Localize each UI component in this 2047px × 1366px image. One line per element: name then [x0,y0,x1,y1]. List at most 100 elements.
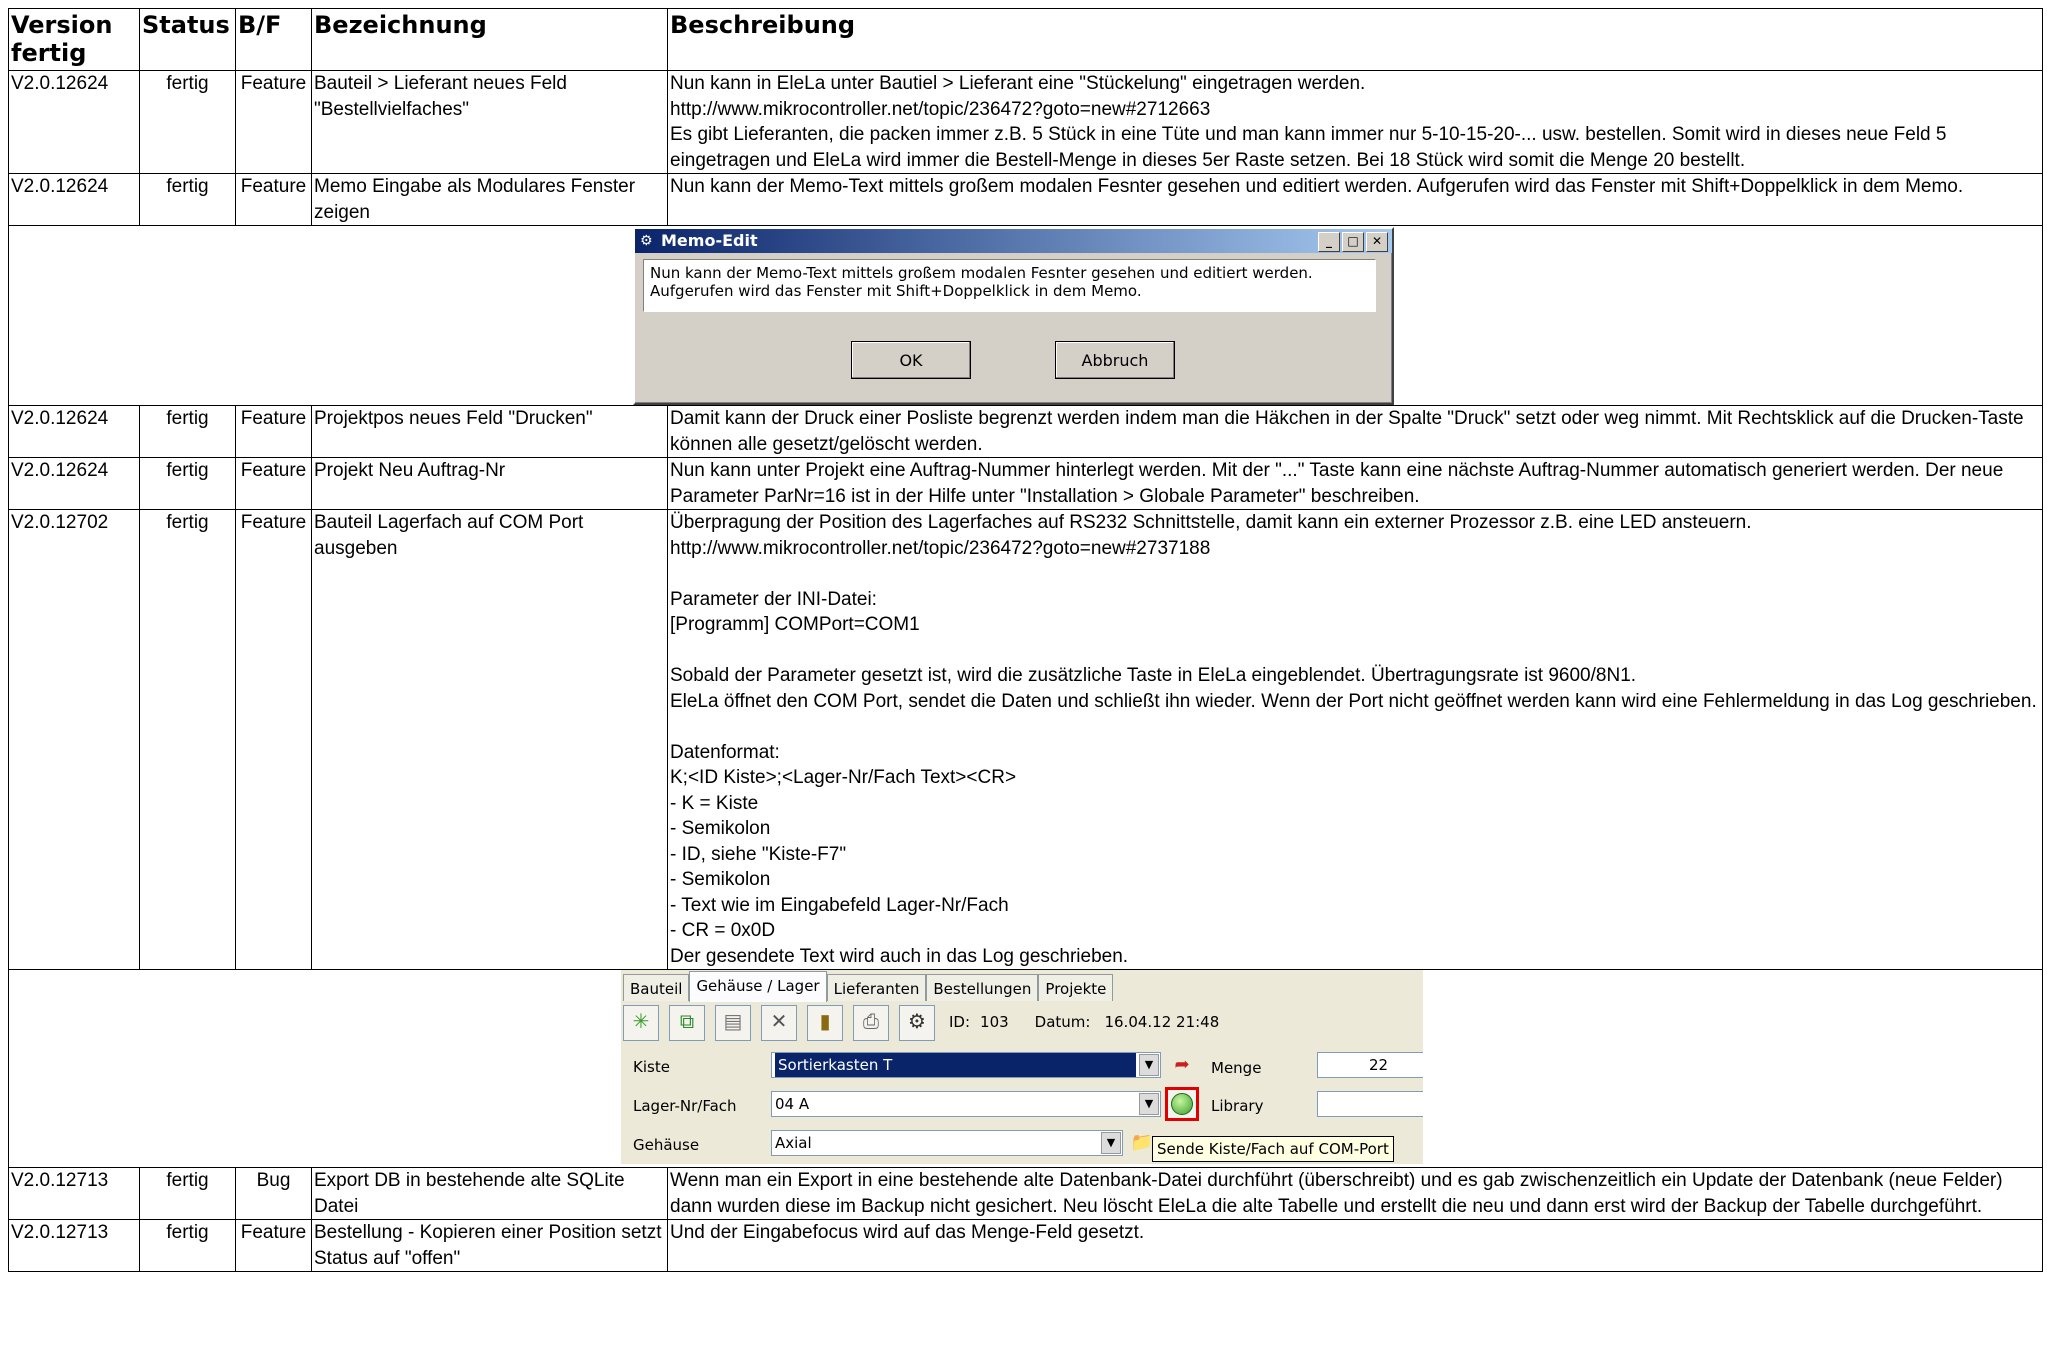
datum-label: Datum: [1034,1013,1091,1032]
table-row: V2.0.12713 fertig Bug Export DB in bestehen… [8,1167,2043,1220]
green-led-icon [1171,1093,1193,1115]
menge-label: Menge [1211,1059,1262,1077]
cell-status: fertig [139,1219,236,1272]
id-value: 103 [980,1013,1009,1032]
description-line: - Semikolon [670,818,771,839]
cell-bezeichnung: Bestellung - Kopieren einer Position set… [311,1219,668,1272]
cell-version: V2.0.12624 [8,70,140,174]
description-line: Datenformat: [670,741,780,763]
table-row: V2.0.12624 fertig Feature Projekt Neu Auftr… [8,457,2043,510]
cell-beschreibung: Und der Eingabefocus wird auf das Menge-… [667,1219,2043,1272]
cell-status: fertig [139,1167,236,1220]
memo-textarea[interactable]: Nun kann der Memo-Text mittels großem mo… [643,259,1376,312]
memo-edit-dialog: ⚙ Memo-Edit _ □ ✕ Nun kann der Memo-Text… [633,227,1394,405]
cell-version: V2.0.12713 [8,1167,140,1220]
description-line: - CR = 0x0D [670,920,776,941]
cell-status: fertig [139,405,236,458]
description-line: Sobald der Parameter gesetzt ist, wird d… [670,665,1637,686]
description-line: - Semikolon [670,869,771,890]
new-icon[interactable]: ✳ [623,1005,659,1041]
print-icon[interactable]: ⎙ [853,1005,889,1041]
tab-projekte[interactable]: Projekte [1038,974,1114,1001]
table-row: V2.0.12713 fertig Feature Bestellung - Kopi… [8,1219,2043,1272]
description-line: http://www.mikrocontroller.net/topic/236… [670,537,1211,559]
library-label: Library [1211,1097,1264,1115]
description-line: Damit kann der Druck einer Posliste begr… [670,408,2029,455]
chevron-down-icon[interactable]: ▼ [1139,1054,1159,1076]
cell-beschreibung: Nun kann unter Projekt eine Auftrag-Numm… [667,457,2043,510]
cell-beschreibung: Überpragung der Position des Lagerfaches… [667,509,2043,970]
description-line: K;<ID Kiste>;<Lager-Nr/Fach Text><CR> [670,767,1017,788]
cancel-button[interactable]: Abbruch [1055,341,1175,379]
tooltip: Sende Kiste/Fach auf COM-Port [1152,1136,1394,1162]
kiste-select[interactable]: Sortierkasten T ▼ [771,1052,1161,1078]
cell-version: V2.0.12624 [8,457,140,510]
settings-icon[interactable]: ⚙ [899,1005,935,1041]
library-field[interactable] [1317,1091,1423,1117]
description-line: Wenn man ein Export in eine bestehende a… [670,1170,2008,1217]
tooltip-text: Sende Kiste/Fach auf COM-Port [1157,1140,1389,1158]
header-bezeichnung: Bezeichnung [311,8,668,71]
dialog-titlebar: ⚙ Memo-Edit _ □ ✕ [635,229,1392,253]
header-row: Version fertig Status B/F Bezeichnung Be… [8,8,2043,71]
cell-bf: Feature [235,173,312,226]
description-line: - ID, siehe "Kiste-F7" [670,843,847,865]
description-line: Nun kann in EleLa unter Bautiel > Liefer… [670,73,1366,94]
tab-gehaeuse-lager[interactable]: Gehäuse / Lager [689,971,827,1002]
screenshot-row: ⚙ Memo-Edit _ □ ✕ Nun kann der Memo-Text… [8,225,2043,406]
copy-icon[interactable]: ⧉ [669,1005,705,1041]
gehaeuse-value: Axial [775,1134,812,1152]
description-line [670,561,2040,587]
close-icon[interactable]: ✕ [1366,232,1388,252]
cell-status: fertig [139,457,236,510]
cell-bezeichnung: Memo Eingabe als Modulares Fenster zeige… [311,173,668,226]
description-line: - Text wie im Eingabefeld Lager-Nr/Fach [670,894,1009,916]
cell-bezeichnung: Export DB in bestehende alte SQLite Date… [311,1167,668,1220]
chevron-down-icon[interactable]: ▼ [1139,1093,1159,1115]
chevron-down-icon[interactable]: ▼ [1101,1132,1121,1154]
cell-bf: Bug [235,1167,312,1220]
send-com-port-button[interactable] [1165,1087,1199,1121]
cell-bf: Feature [235,70,312,174]
lager-value: 04 A [775,1095,810,1113]
paste-icon[interactable]: ▤ [715,1005,751,1041]
memo-text-line: Nun kann der Memo-Text mittels großem mo… [650,264,1313,282]
cell-status: fertig [139,173,236,226]
archive-icon[interactable]: ▮ [807,1005,843,1041]
description-line: - K = Kiste [670,792,759,814]
gehaeuse-label: Gehäuse [633,1136,700,1154]
cell-version: V2.0.12624 [8,173,140,226]
header-status: Status [139,8,236,71]
ok-button[interactable]: OK [851,341,971,379]
cell-version: V2.0.12702 [8,509,140,970]
gehaeuse-select[interactable]: Axial ▼ [771,1130,1123,1156]
description-line [670,638,2040,664]
description-line: Nun kann der Memo-Text mittels großem mo… [670,176,1964,197]
screenshot-cell: Bauteil Gehäuse / Lager Lieferanten Best… [8,969,2043,1168]
edit-kiste-icon[interactable]: ➦ [1169,1052,1195,1078]
screenshot-row: Bauteil Gehäuse / Lager Lieferanten Best… [8,969,2043,1168]
maximize-icon[interactable]: □ [1342,232,1364,252]
screenshot-cell: ⚙ Memo-Edit _ □ ✕ Nun kann der Memo-Text… [8,225,2043,406]
id-label: ID: [949,1013,971,1032]
menge-field[interactable]: 22 [1317,1052,1423,1078]
description-line: Überpragung der Position des Lagerfaches… [670,512,1752,533]
description-line: Es gibt Lieferanten, die packen immer z.… [670,124,1952,171]
tab-bestellungen[interactable]: Bestellungen [926,974,1039,1001]
changelog-table: Version fertig Status B/F Bezeichnung Be… [8,8,2043,1272]
datum-value: 16.04.12 21:48 [1104,1013,1220,1032]
cell-version: V2.0.12624 [8,405,140,458]
app-icon: ⚙ [640,233,653,249]
cell-beschreibung: Nun kann in EleLa unter Bautiel > Liefer… [667,70,2043,174]
cell-status: fertig [139,70,236,174]
toolbar: ✳ ⧉ ▤ ✕ ▮ ⎙ ⚙ ID: 103 Datum: 16.04.12 21… [623,1004,1219,1042]
lager-select[interactable]: 04 A ▼ [771,1091,1161,1117]
cell-status: fertig [139,509,236,970]
minimize-icon[interactable]: _ [1318,232,1340,252]
table-row: V2.0.12624 fertig Feature Projektpos neues … [8,405,2043,458]
tab-bauteil[interactable]: Bauteil [623,974,690,1001]
tab-lieferanten[interactable]: Lieferanten [826,974,927,1001]
cell-bezeichnung: Projektpos neues Feld "Drucken" [311,405,668,458]
delete-icon[interactable]: ✕ [761,1005,797,1041]
dialog-title: Memo-Edit [661,231,758,250]
